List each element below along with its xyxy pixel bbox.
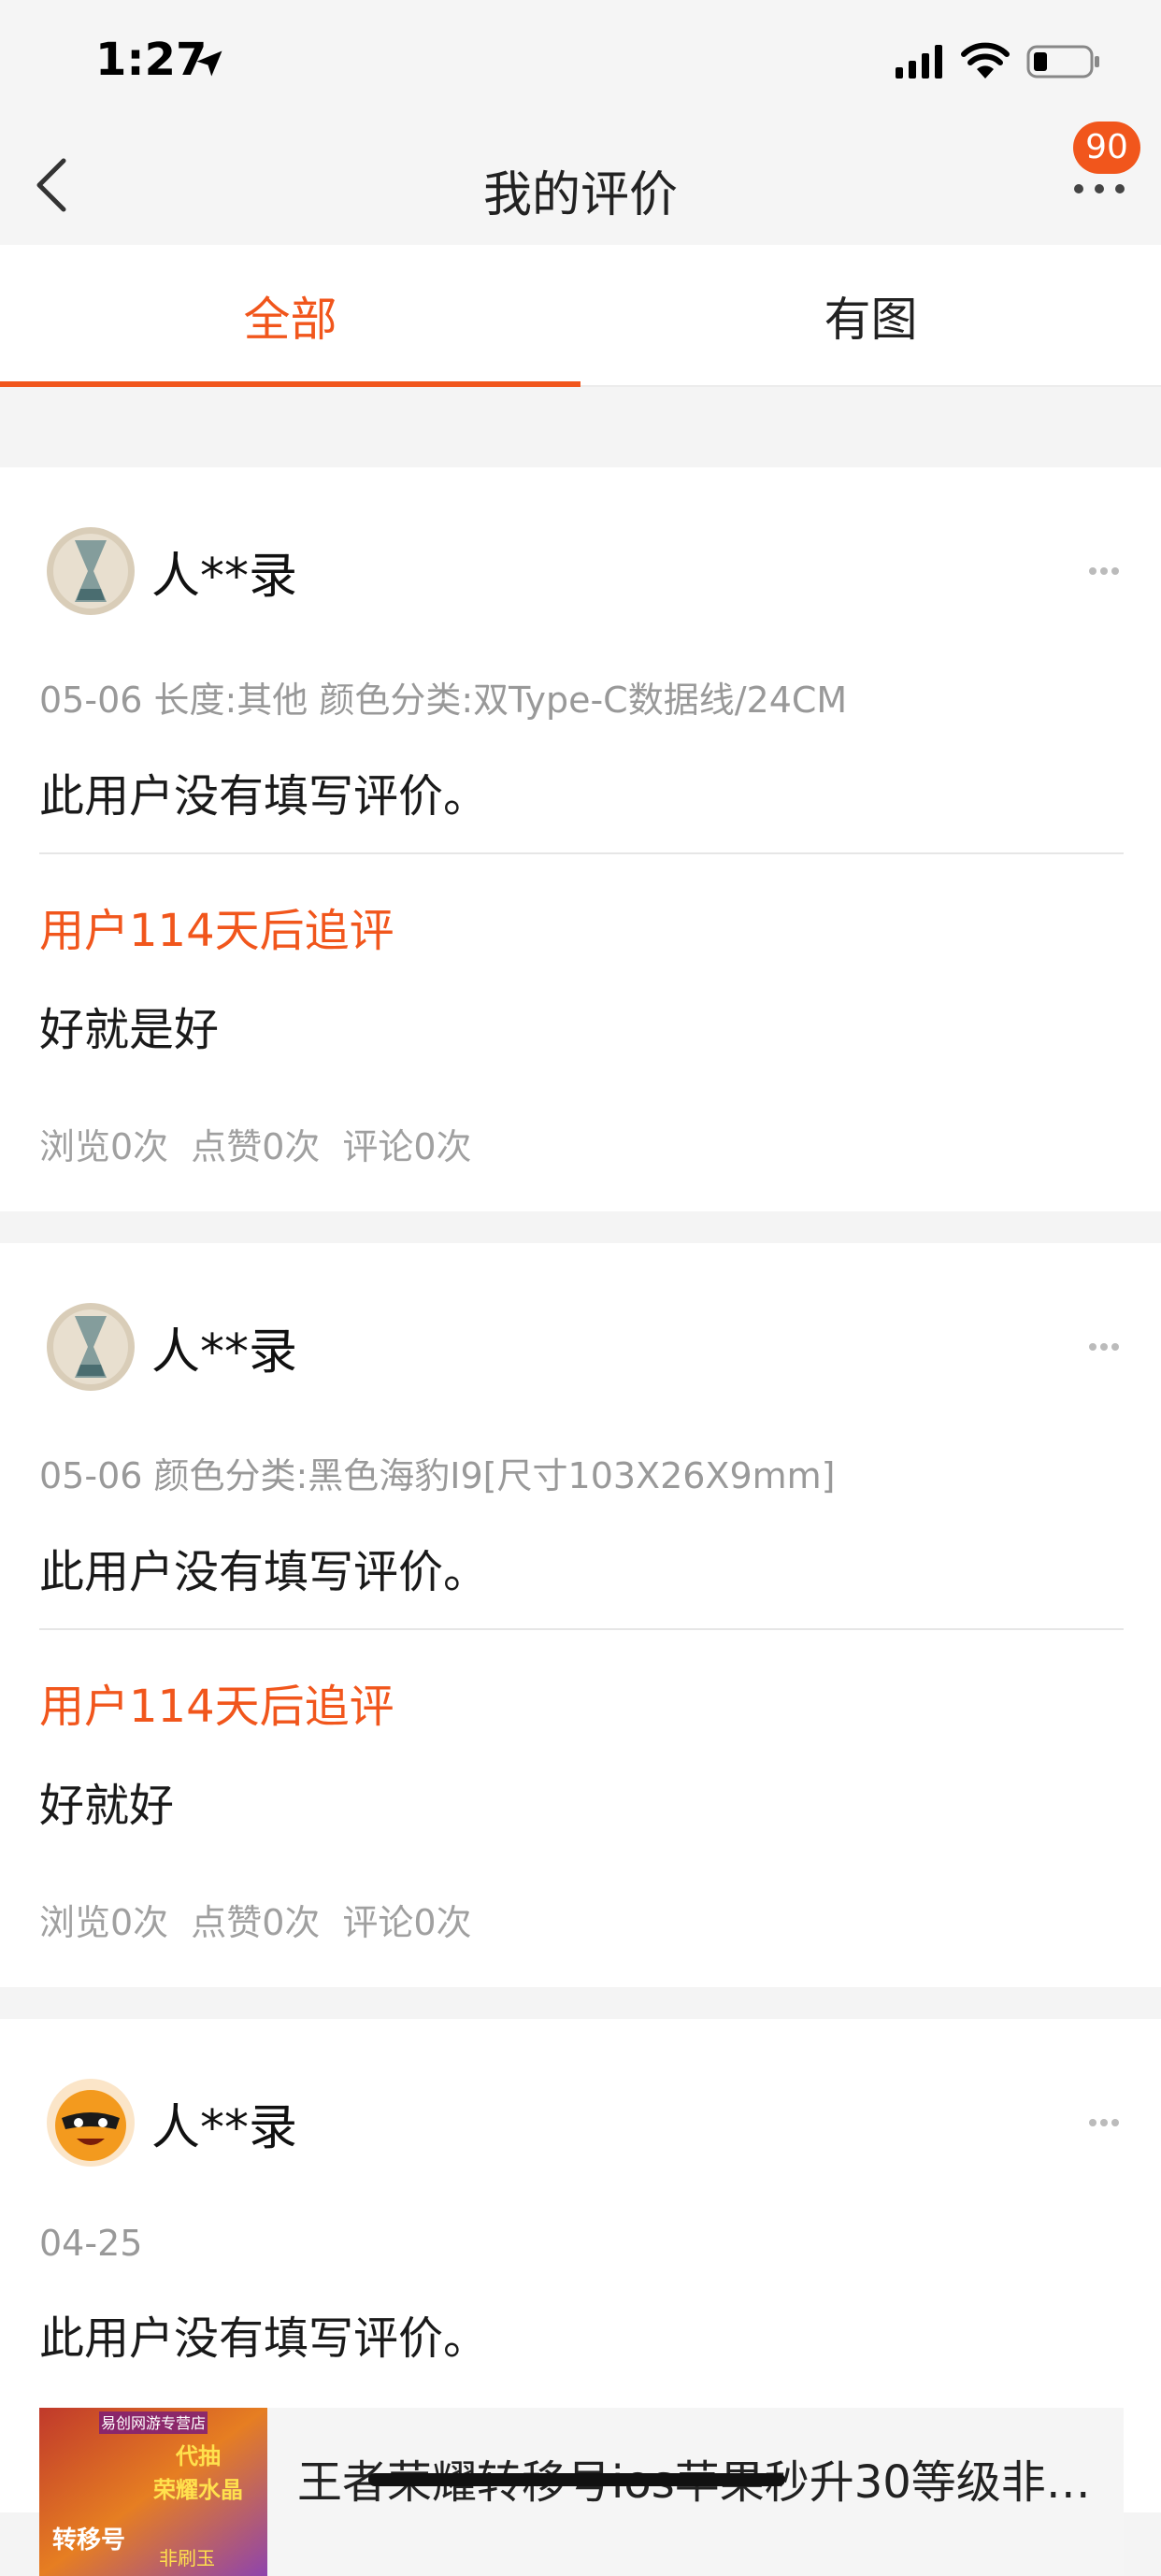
hourglass-avatar-icon	[47, 527, 135, 615]
followup-content: 好就好	[39, 1780, 175, 1832]
thumb-promo: 代抽	[175, 2443, 221, 2469]
review-content: 此用户没有填写评价。	[39, 1546, 489, 1598]
divider	[39, 852, 1124, 854]
review-card: 人**录 04-25 此用户没有填写评价。 易创网游专营店 代抽 荣耀水晶 转移…	[0, 2019, 1161, 2576]
page-title: 我的评价	[482, 167, 678, 223]
followup-label: 用户114天后追评	[39, 1681, 394, 1733]
username[interactable]: 人**录	[151, 2088, 297, 2158]
comments-count[interactable]: 评论0次	[342, 1902, 471, 1943]
avatar[interactable]	[47, 527, 135, 615]
active-tab-indicator	[0, 381, 580, 387]
review-card: 人**录 05-06 颜色分类:黑色海豹I9[尺寸103X26X9mm] 此用户…	[0, 1243, 1161, 1987]
home-indicator[interactable]	[368, 2473, 785, 2486]
divider	[39, 1628, 1124, 1630]
mascot-avatar-icon	[47, 2079, 135, 2167]
views-count: 浏览0次	[39, 1902, 169, 1943]
followup-content: 好就是好	[39, 1004, 220, 1056]
review-stats: 浏览0次 点赞0次 评论0次	[39, 1118, 494, 1169]
review-meta: 05-06 颜色分类:黑色海豹I9[尺寸103X26X9mm]	[39, 1455, 836, 1496]
tab-with-images[interactable]: 有图	[580, 282, 1161, 350]
notification-badge: 90	[1073, 122, 1140, 174]
status-bar: 1:27	[0, 0, 1161, 122]
product-thumbnail: 易创网游专营店 代抽 荣耀水晶 转移号 非刷玉	[39, 2408, 267, 2576]
comments-count[interactable]: 评论0次	[342, 1126, 471, 1167]
review-card: 人**录 05-06 长度:其他 颜色分类:双Type-C数据线/24CM 此用…	[0, 467, 1161, 1211]
hourglass-avatar-icon	[47, 1303, 135, 1391]
review-stats: 浏览0次 点赞0次 评论0次	[39, 1894, 494, 1945]
review-content: 此用户没有填写评价。	[39, 2312, 489, 2365]
thumb-promo: 转移号	[52, 2526, 125, 2555]
review-content: 此用户没有填写评价。	[39, 770, 489, 823]
review-meta: 04-25	[39, 2223, 143, 2264]
thumb-promo: 非刷玉	[159, 2547, 215, 2569]
more-dots-icon[interactable]	[1071, 179, 1127, 198]
avatar[interactable]	[47, 2079, 135, 2167]
status-time: 1:27	[95, 34, 208, 86]
product-image-icon: 易创网游专营店 代抽 荣耀水晶 转移号 非刷玉	[39, 2408, 267, 2576]
cellular-signal-icon	[896, 45, 942, 79]
thumb-promo: 荣耀水晶	[153, 2477, 243, 2503]
likes-count[interactable]: 点赞0次	[191, 1902, 320, 1943]
likes-count[interactable]: 点赞0次	[191, 1126, 320, 1167]
nav-bar: 我的评价 90	[0, 122, 1161, 245]
username[interactable]: 人**录	[151, 537, 297, 607]
username[interactable]: 人**录	[151, 1312, 297, 1382]
tab-bar: 全部 有图	[0, 245, 1161, 387]
location-arrow-icon	[196, 50, 222, 77]
battery-icon	[1026, 45, 1099, 79]
more-dots-icon[interactable]	[1088, 2118, 1120, 2127]
avatar[interactable]	[47, 1303, 135, 1391]
more-dots-icon[interactable]	[1088, 1342, 1120, 1352]
product-link[interactable]: 易创网游专营店 代抽 荣耀水晶 转移号 非刷玉 王者荣耀转移号ios苹果秒升30…	[39, 2408, 1124, 2576]
tab-all[interactable]: 全部	[0, 282, 580, 350]
thumb-store-name: 易创网游专营店	[101, 2414, 206, 2432]
wifi-icon	[961, 42, 1010, 79]
views-count: 浏览0次	[39, 1126, 169, 1167]
followup-label: 用户114天后追评	[39, 905, 394, 957]
review-meta: 05-06 长度:其他 颜色分类:双Type-C数据线/24CM	[39, 680, 848, 721]
more-dots-icon[interactable]	[1088, 566, 1120, 576]
